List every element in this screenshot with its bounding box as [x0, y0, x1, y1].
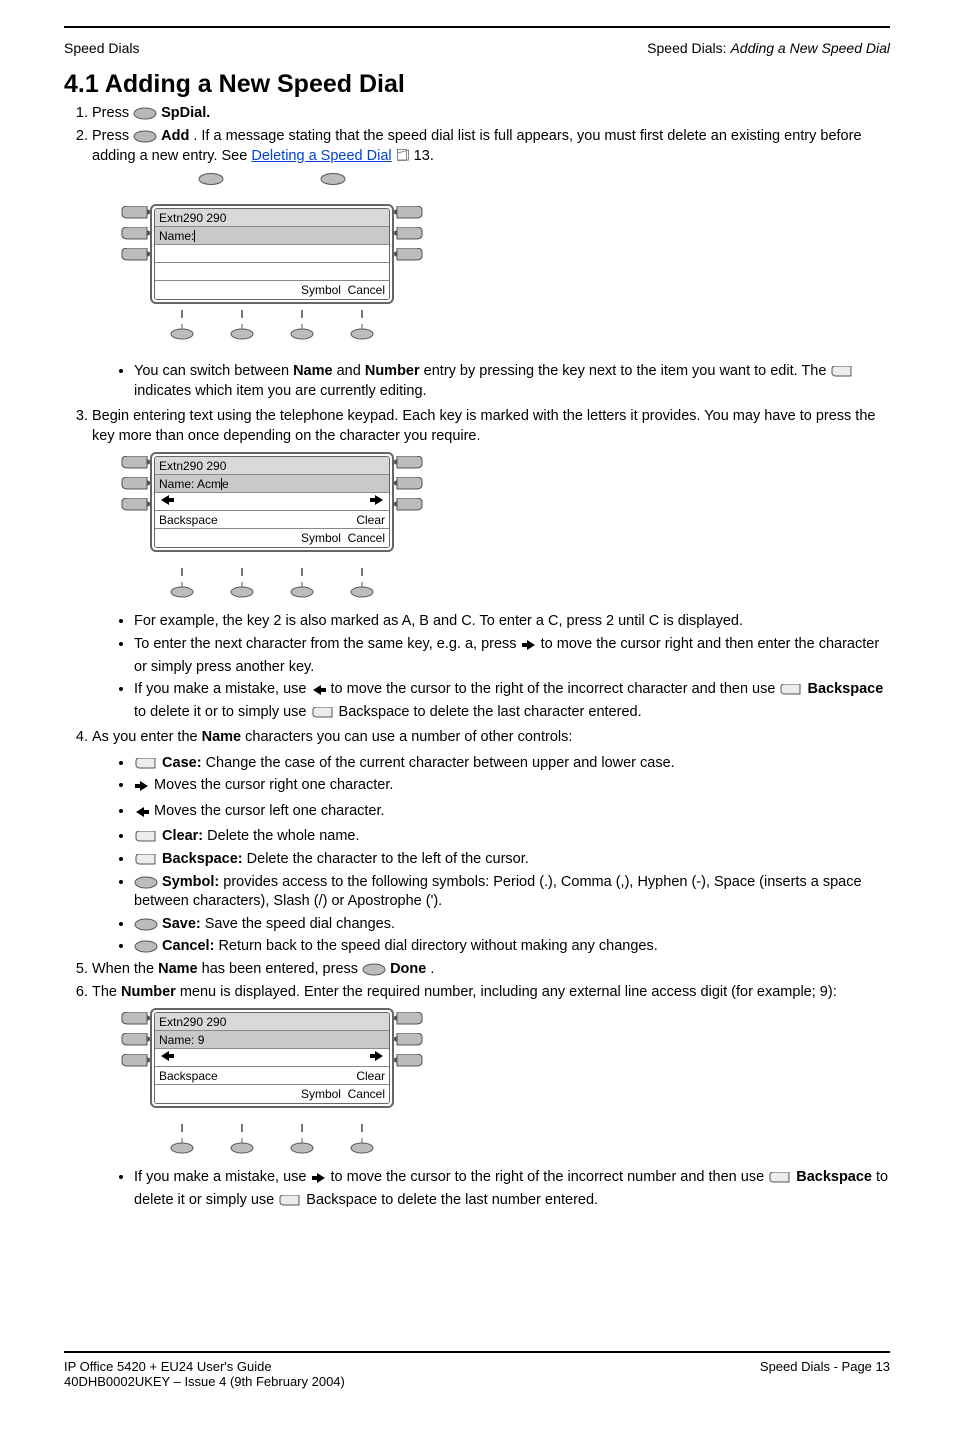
oval-button-icon	[289, 1138, 315, 1154]
oval-button-icon	[133, 107, 157, 120]
softkey-right-icon	[768, 1172, 792, 1184]
arrow-right-icon	[369, 493, 385, 510]
arrow-right-icon	[521, 638, 537, 658]
softkey-left-icon	[394, 1012, 424, 1028]
oval-button-icon	[319, 172, 347, 186]
step-2: Press Add . If a message stating that th…	[92, 127, 890, 401]
oval-button-icon	[169, 1138, 195, 1154]
softkey-right-icon	[830, 366, 854, 378]
page-footer-2: 40DHB0002UKEY – Issue 4 (9th February 20…	[64, 1374, 890, 1389]
oval-button-icon	[169, 324, 195, 340]
softkey-right-icon	[311, 707, 335, 719]
oval-button-icon	[134, 876, 158, 889]
oval-button-icon	[229, 582, 255, 598]
softkey-right-icon	[120, 206, 150, 222]
arrow-right-icon	[369, 1049, 385, 1066]
softkey-right-icon	[120, 1054, 150, 1070]
footer-left: IP Office 5420 + EU24 User's Guide	[64, 1359, 272, 1374]
phone-lcd-mock-2: Extn290 290 Name: Acme BackspaceClear Sy…	[122, 452, 422, 602]
deleting-speed-dial-link[interactable]: Deleting a Speed Dial	[251, 148, 391, 164]
oval-button-icon	[229, 1138, 255, 1154]
softkey-right-icon	[120, 456, 150, 472]
arrow-left-icon	[159, 493, 175, 510]
arrow-left-icon	[159, 1049, 175, 1066]
arrow-right-icon	[311, 1171, 327, 1191]
softkey-right-icon	[120, 248, 150, 264]
step-5: When the Name has been entered, press Do…	[92, 961, 890, 977]
phone-lcd-mock-1: Extn290 290 Name: Symbol Cancel	[122, 172, 422, 352]
oval-button-icon	[169, 582, 195, 598]
header-left: Speed Dials	[64, 40, 140, 56]
top-divider	[64, 26, 890, 28]
page-ref-icon	[396, 148, 410, 162]
oval-button-icon	[349, 582, 375, 598]
softkey-right-icon	[120, 1012, 150, 1028]
arrow-right-icon	[134, 779, 150, 799]
oval-button-icon	[349, 324, 375, 340]
oval-button-icon	[289, 582, 315, 598]
oval-button-icon	[362, 963, 386, 976]
softkey-right-icon	[278, 1195, 302, 1207]
footer-right: Speed Dials - Page 13	[760, 1359, 890, 1374]
softkey-right-icon	[779, 684, 803, 696]
section-title: 4.1 Adding a New Speed Dial	[64, 70, 890, 99]
text-cursor-icon	[194, 230, 195, 242]
footer-left2: 40DHB0002UKEY – Issue 4 (9th February 20…	[64, 1374, 345, 1389]
oval-button-icon	[134, 940, 158, 953]
softkey-left-icon	[394, 1033, 424, 1049]
page-footer: IP Office 5420 + EU24 User's Guide Speed…	[64, 1359, 890, 1374]
step-6: The Number menu is displayed. Enter the …	[92, 983, 890, 1211]
softkey-right-icon	[120, 227, 150, 243]
phone-lcd-mock-3: Extn290 290 Name: 9 BackspaceClear Symbo…	[122, 1008, 422, 1158]
softkey-right-icon	[120, 477, 150, 493]
arrow-left-icon	[311, 683, 327, 703]
softkey-left-icon	[394, 477, 424, 493]
step-3: Begin entering text using the telephone …	[92, 407, 890, 722]
step-4: As you enter the Name characters you can…	[92, 728, 890, 957]
arrow-left-icon	[134, 805, 150, 825]
softkey-right-icon	[120, 498, 150, 514]
oval-button-icon	[133, 130, 157, 143]
softkey-left-icon	[394, 456, 424, 472]
softkey-left-icon	[394, 248, 424, 264]
softkey-right-icon	[134, 831, 158, 843]
oval-button-icon	[134, 918, 158, 931]
softkey-right-icon	[120, 1033, 150, 1049]
softkey-right-icon	[134, 854, 158, 866]
step-1: Press SpDial.	[92, 105, 890, 121]
softkey-left-icon	[394, 227, 424, 243]
softkey-left-icon	[394, 206, 424, 222]
oval-button-icon	[197, 172, 225, 186]
softkey-left-icon	[394, 1054, 424, 1070]
softkey-left-icon	[394, 498, 424, 514]
oval-button-icon	[229, 324, 255, 340]
header-right: Speed Dials: Adding a New Speed Dial	[647, 40, 890, 56]
softkey-right-icon	[134, 758, 158, 770]
page-header: Speed Dials Speed Dials: Adding a New Sp…	[64, 40, 890, 56]
oval-button-icon	[289, 324, 315, 340]
oval-button-icon	[349, 1138, 375, 1154]
